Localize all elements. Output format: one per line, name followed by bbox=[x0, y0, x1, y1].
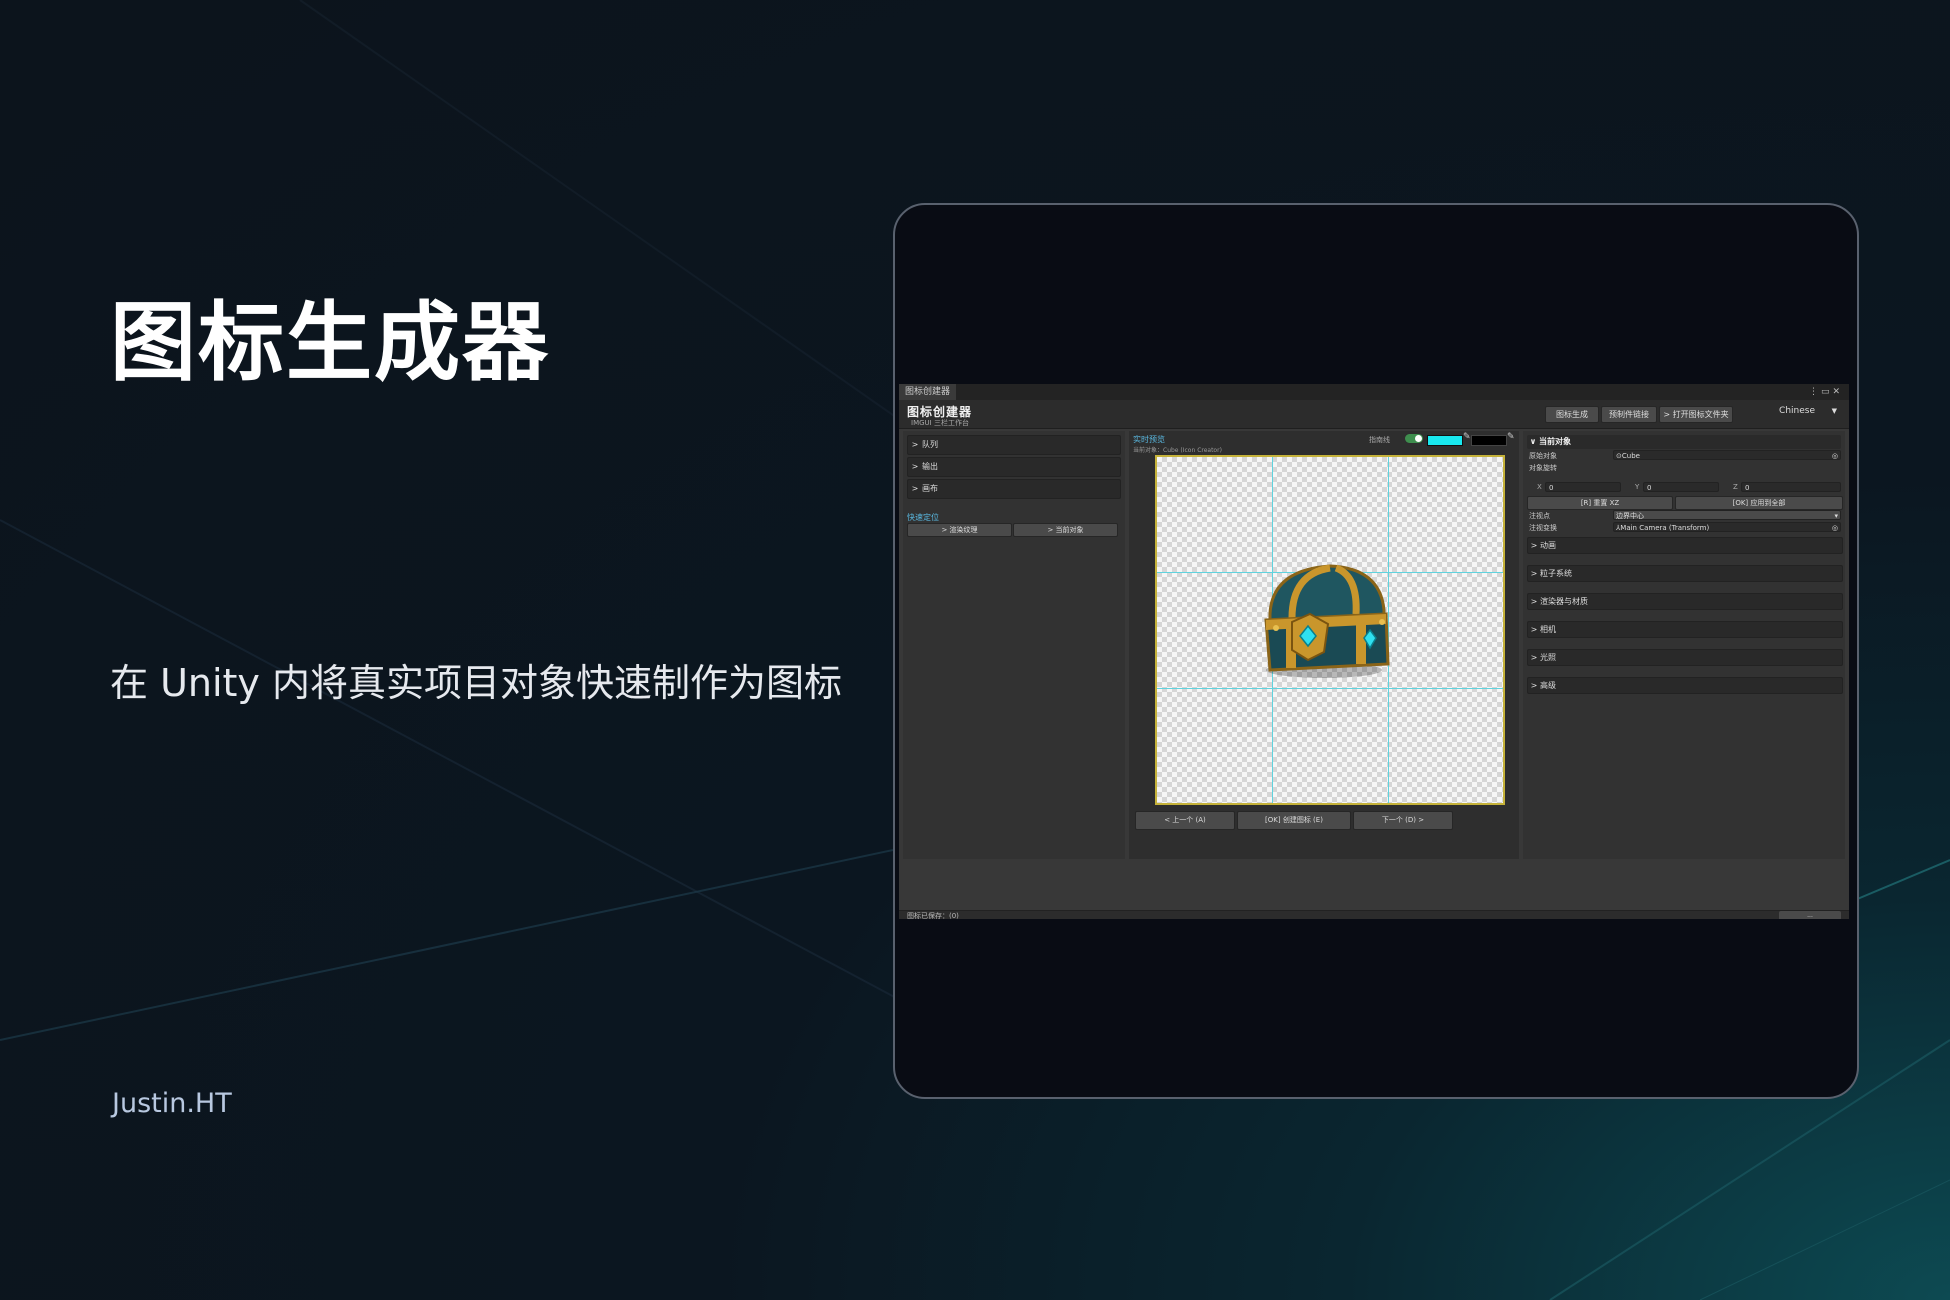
source-object-field[interactable]: ⊙Cube ◎ bbox=[1613, 450, 1841, 460]
rotation-y-field[interactable]: 0 bbox=[1643, 482, 1719, 492]
chevron-right-icon: > bbox=[1530, 569, 1538, 578]
preview-panel: 实时预览 当前对象：Cube (Icon Creator) 指南线 ✎ ✎ < … bbox=[1129, 431, 1519, 859]
rotation-z-field[interactable]: 0 bbox=[1741, 482, 1841, 492]
foldout-current-object[interactable]: ∨ 当前对象 bbox=[1527, 435, 1841, 449]
guide-lines-toggle[interactable] bbox=[1405, 434, 1423, 443]
foldout-label: 高级 bbox=[1540, 681, 1556, 690]
prefab-link-button[interactable]: 预制件链接 bbox=[1601, 406, 1657, 423]
foldout-label: 输出 bbox=[922, 462, 938, 471]
foldout-canvas[interactable]: > 画布 bbox=[907, 479, 1121, 499]
maximize-icon[interactable]: ▭ bbox=[1821, 387, 1833, 397]
foldout-label: 粒子系统 bbox=[1540, 569, 1572, 578]
open-icon-folder-button[interactable]: > 打开图标文件夹 bbox=[1659, 406, 1733, 423]
pivot-transform-label: 注视变换 bbox=[1529, 524, 1557, 532]
status-text: 图标已保存：(0) bbox=[907, 912, 959, 919]
foldout-label: 队列 bbox=[922, 440, 938, 449]
language-select[interactable]: Chinese bbox=[1779, 406, 1815, 416]
previous-button[interactable]: < 上一个 (A) bbox=[1135, 811, 1235, 830]
window-header: 图标创建器 IMGUI 三栏工作台 图标生成 预制件链接 > 打开图标文件夹 C… bbox=[899, 400, 1849, 429]
left-panel: > 队列 > 输出 > 画布 快速定位 > 渲染纹理 > 当前对象 bbox=[903, 431, 1125, 859]
apply-to-all-button[interactable]: [OK] 应用到全部 bbox=[1675, 496, 1843, 510]
foldout-label: 光照 bbox=[1540, 653, 1556, 662]
next-button[interactable]: 下一个 (D) > bbox=[1353, 811, 1453, 830]
guide-lines-label: 指南线 bbox=[1369, 436, 1390, 444]
chevron-right-icon: > bbox=[1530, 541, 1538, 550]
foldout-lighting[interactable]: > 光照 bbox=[1527, 649, 1843, 666]
icon-generate-button[interactable]: 图标生成 bbox=[1545, 406, 1599, 423]
object-picker-icon[interactable]: ◎ bbox=[1832, 523, 1838, 533]
icon-creator-window: 图标创建器 ⋮▭✕ 图标创建器 IMGUI 三栏工作台 图标生成 预制件链接 >… bbox=[899, 384, 1849, 919]
chevron-right-icon: > bbox=[911, 462, 919, 471]
treasure-chest-preview bbox=[1264, 564, 1390, 678]
window-tab[interactable]: 图标创建器 bbox=[899, 384, 957, 400]
chevron-down-icon[interactable]: ▼ bbox=[1832, 407, 1837, 415]
create-icon-button[interactable]: [OK] 创建图标 (E) bbox=[1237, 811, 1351, 830]
rotation-x-field[interactable]: 0 bbox=[1545, 482, 1621, 492]
more-options-icon[interactable]: ⋮ bbox=[1809, 387, 1821, 397]
pivot-transform-value: Main Camera (Transform) bbox=[1620, 524, 1710, 532]
chevron-right-icon: > bbox=[1530, 681, 1538, 690]
foldout-label: 渲染器与材质 bbox=[1540, 597, 1588, 606]
chevron-right-icon: > bbox=[1530, 597, 1538, 606]
rotation-label: 对象旋转 bbox=[1529, 464, 1557, 472]
object-picker-icon[interactable]: ◎ bbox=[1832, 451, 1838, 461]
chevron-down-icon: ▾ bbox=[1834, 512, 1838, 520]
pivot-value: 边界中心 bbox=[1616, 512, 1644, 520]
foldout-particle-system[interactable]: > 粒子系统 bbox=[1527, 565, 1843, 582]
foldout-label: 相机 bbox=[1540, 625, 1556, 634]
chevron-right-icon: > bbox=[1530, 625, 1538, 634]
locate-current-object-button[interactable]: > 当前对象 bbox=[1013, 523, 1118, 537]
current-object-label: 当前对象：Cube (Icon Creator) bbox=[1133, 447, 1222, 454]
axis-z-label: Z bbox=[1733, 483, 1738, 491]
guide-line-horizontal bbox=[1157, 688, 1503, 689]
foldout-output[interactable]: > 输出 bbox=[907, 457, 1121, 477]
source-object-label: 原始对象 bbox=[1529, 452, 1557, 460]
screenshot-frame: 图标创建器 ⋮▭✕ 图标创建器 IMGUI 三栏工作台 图标生成 预制件链接 >… bbox=[893, 203, 1859, 1099]
axis-x-label: X bbox=[1537, 483, 1542, 491]
eyedropper-icon[interactable]: ✎ bbox=[1463, 432, 1471, 442]
foldout-renderer-material[interactable]: > 渲染器与材质 bbox=[1527, 593, 1843, 610]
hero-title: 图标生成器 bbox=[110, 293, 550, 393]
preview-title: 实时预览 bbox=[1133, 435, 1165, 444]
foldout-label: 画布 bbox=[922, 484, 938, 493]
locate-render-texture-button[interactable]: > 渲染纹理 bbox=[907, 523, 1012, 537]
axis-y-label: Y bbox=[1635, 483, 1640, 491]
reset-xz-button[interactable]: [R] 重置 XZ bbox=[1527, 496, 1673, 510]
pivot-label: 注视点 bbox=[1529, 512, 1550, 520]
foldout-animation[interactable]: > 动画 bbox=[1527, 537, 1843, 554]
guide-color-swatch[interactable] bbox=[1427, 435, 1463, 446]
window-subtitle: IMGUI 三栏工作台 bbox=[911, 419, 969, 427]
window-controls[interactable]: ⋮▭✕ bbox=[1809, 384, 1843, 400]
source-object-value: Cube bbox=[1621, 452, 1640, 460]
chevron-right-icon: > bbox=[911, 440, 919, 449]
foldout-label: 动画 bbox=[1540, 541, 1556, 550]
chevron-right-icon: > bbox=[1530, 653, 1538, 662]
foldout-advanced[interactable]: > 高级 bbox=[1527, 677, 1843, 694]
foldout-label: 当前对象 bbox=[1539, 437, 1571, 446]
icon-preview-canvas[interactable] bbox=[1155, 455, 1505, 805]
hero-subtitle: 在 Unity 内将真实项目对象快速制作为图标 bbox=[110, 661, 843, 705]
background-color-swatch[interactable] bbox=[1471, 435, 1507, 446]
status-button[interactable]: ... bbox=[1779, 911, 1841, 919]
pivot-dropdown[interactable]: 边界中心 ▾ bbox=[1613, 510, 1841, 520]
quick-locate-title: 快速定位 bbox=[907, 513, 939, 522]
chevron-right-icon: > bbox=[911, 484, 919, 493]
foldout-camera[interactable]: > 相机 bbox=[1527, 621, 1843, 638]
eyedropper-icon[interactable]: ✎ bbox=[1507, 432, 1515, 442]
pivot-transform-field[interactable]: ⅄Main Camera (Transform) ◎ bbox=[1613, 522, 1841, 532]
chevron-down-icon: ∨ bbox=[1529, 437, 1537, 446]
window-tab-bar: 图标创建器 ⋮▭✕ bbox=[899, 384, 1849, 400]
author-credit: Justin.HT bbox=[112, 1088, 232, 1119]
close-icon[interactable]: ✕ bbox=[1832, 387, 1843, 397]
foldout-queue[interactable]: > 队列 bbox=[907, 435, 1121, 455]
inspector-panel: ∨ 当前对象 原始对象 ⊙Cube ◎ 对象旋转 X 0 Y 0 Z 0 [R] … bbox=[1523, 431, 1845, 859]
toggle-knob bbox=[1415, 435, 1422, 442]
status-bar: 图标已保存：(0) ... bbox=[899, 910, 1849, 919]
